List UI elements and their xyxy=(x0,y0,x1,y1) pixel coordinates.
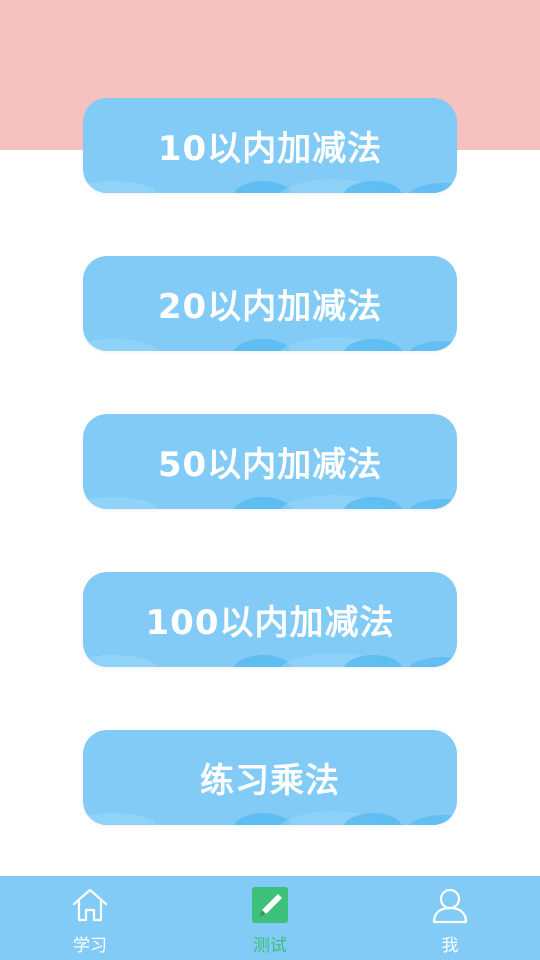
menu-button-add-sub-10[interactable]: 10以内加减法 xyxy=(83,98,457,193)
menu-button-label: 50以内加减法 xyxy=(157,445,383,485)
tab-me[interactable]: 我 xyxy=(400,876,500,960)
home-icon xyxy=(72,888,108,922)
menu-button-label: 100以内加减法 xyxy=(145,603,395,643)
tab-study[interactable]: 学习 xyxy=(40,876,140,960)
pencil-icon xyxy=(252,887,288,923)
menu-button-label: 练习乘法 xyxy=(200,761,340,801)
menu-button-label: 10以内加减法 xyxy=(157,129,383,169)
bottom-tab-bar: 学习 测试 我 xyxy=(0,876,540,960)
menu-button-add-sub-100[interactable]: 100以内加减法 xyxy=(83,572,457,667)
menu-button-add-sub-20[interactable]: 20以内加减法 xyxy=(83,256,457,351)
user-icon xyxy=(432,888,468,924)
tab-study-label: 学习 xyxy=(73,936,107,956)
tab-test-label: 测试 xyxy=(253,936,287,956)
tab-test[interactable]: 测试 xyxy=(220,876,320,960)
menu-button-add-sub-50[interactable]: 50以内加减法 xyxy=(83,414,457,509)
menu-button-multiplication-practice[interactable]: 练习乘法 xyxy=(83,730,457,825)
tab-me-label: 我 xyxy=(441,936,459,956)
menu-button-label: 20以内加减法 xyxy=(157,287,383,327)
